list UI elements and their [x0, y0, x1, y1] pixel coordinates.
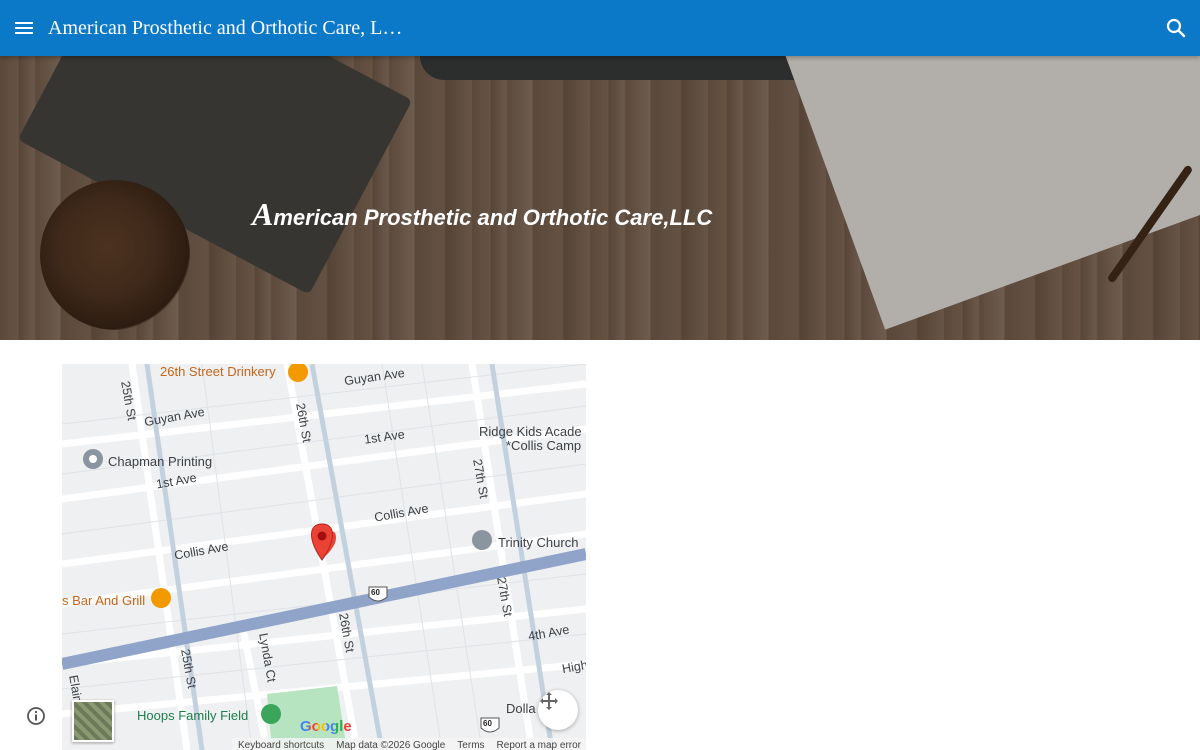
- poi-hoops-family-field[interactable]: Hoops Family Field: [137, 708, 248, 723]
- site-title[interactable]: American Prosthetic and Orthotic Care, L…: [48, 15, 408, 41]
- google-logo: Google: [300, 718, 352, 735]
- terms-link[interactable]: Terms: [451, 740, 490, 750]
- poi-26th-street-drinkery[interactable]: 26th Street Drinkery: [160, 364, 276, 379]
- poi-chapman-printing[interactable]: Chapman Printing: [108, 454, 212, 469]
- poi-collis-camp[interactable]: *Collis Camp: [506, 438, 581, 453]
- move-arrows-icon: [540, 692, 558, 710]
- route-shield-60-lower: 60: [483, 719, 492, 728]
- fullscreen-button[interactable]: [538, 690, 578, 730]
- poi-ridge-kids-academy[interactable]: Ridge Kids Acade: [479, 424, 582, 439]
- search-icon[interactable]: [1164, 16, 1188, 40]
- keyboard-shortcuts-link[interactable]: Keyboard shortcuts: [232, 740, 330, 750]
- route-shield-60-upper: 60: [371, 588, 380, 597]
- satellite-view-toggle[interactable]: [72, 700, 114, 742]
- hero-pinecone-image: [40, 180, 190, 330]
- hero-title: American Prosthetic and Orthotic Care,LL…: [252, 196, 712, 233]
- embedded-map[interactable]: Guyan Ave Guyan Ave 1st Ave 1st Ave Coll…: [62, 364, 586, 750]
- menu-icon[interactable]: [12, 16, 36, 40]
- hero-stick-image: [1106, 164, 1194, 284]
- report-map-error-link[interactable]: Report a map error: [491, 740, 586, 750]
- info-icon[interactable]: [26, 706, 46, 726]
- poi-dollar[interactable]: Dolla: [506, 701, 536, 716]
- hero-title-rest: merican Prosthetic and Orthotic Care,LLC: [273, 205, 713, 230]
- poi-trinity-church[interactable]: Trinity Church: [498, 535, 578, 550]
- poi-bar-and-grill[interactable]: s Bar And Grill: [62, 593, 145, 608]
- map-attribution-bar: Keyboard shortcuts Map data ©2026 Google…: [232, 738, 586, 750]
- map-data-text: Map data ©2026 Google: [336, 739, 446, 750]
- hero-title-initial: A: [252, 196, 274, 232]
- map-canvas[interactable]: [62, 364, 586, 750]
- top-app-bar: American Prosthetic and Orthotic Care, L…: [0, 0, 1200, 56]
